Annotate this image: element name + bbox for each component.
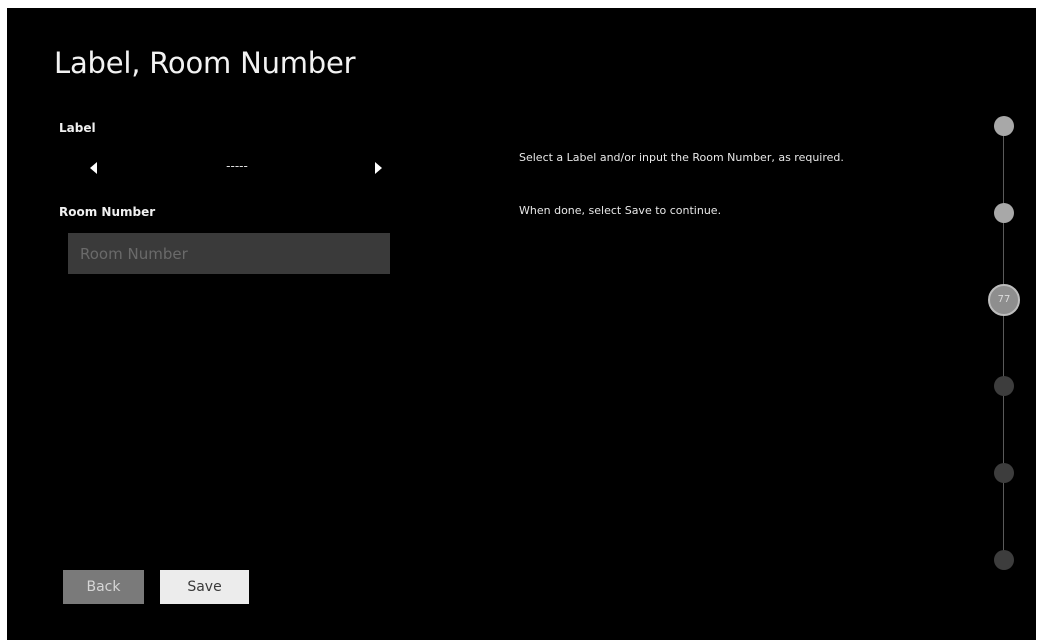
- label-selector-value[interactable]: -----: [202, 159, 272, 173]
- arrow-right-icon[interactable]: [375, 162, 382, 174]
- help-text-select: Select a Label and/or input the Room Num…: [519, 151, 844, 164]
- step-4-pending: [994, 376, 1014, 396]
- page-title: Label, Room Number: [54, 46, 356, 80]
- room-number-input[interactable]: [68, 233, 390, 274]
- back-button[interactable]: Back: [63, 570, 144, 604]
- step-5-pending: [994, 463, 1014, 483]
- step-2-done: [994, 203, 1014, 223]
- help-text-save: When done, select Save to continue.: [519, 204, 722, 217]
- step-3-current: 77: [988, 284, 1020, 316]
- save-button[interactable]: Save: [160, 570, 249, 604]
- step-1-done: [994, 116, 1014, 136]
- setup-screen: Label, Room Number Label ----- Room Numb…: [7, 8, 1036, 640]
- stepper-track: [1003, 125, 1004, 561]
- arrow-left-icon[interactable]: [90, 162, 97, 174]
- label-caption: Label: [59, 121, 96, 135]
- step-6-pending: [994, 550, 1014, 570]
- room-number-caption: Room Number: [59, 205, 156, 219]
